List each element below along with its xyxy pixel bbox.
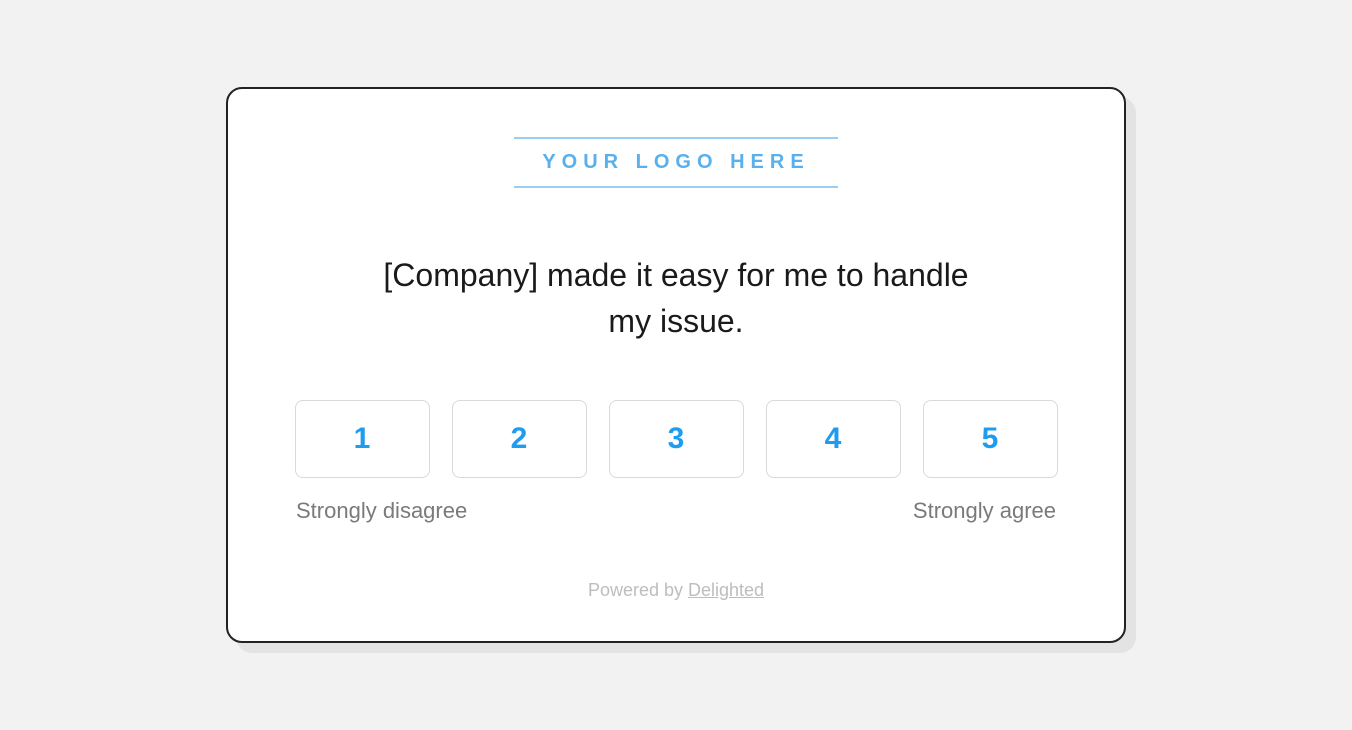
powered-by-prefix: Powered by	[588, 580, 688, 600]
rating-option-2[interactable]: 2	[452, 400, 587, 478]
rating-high-label: Strongly agree	[913, 498, 1056, 524]
powered-by-brand-link[interactable]: Delighted	[688, 580, 764, 600]
rating-labels: Strongly disagree Strongly agree	[296, 498, 1056, 524]
survey-card: YOUR LOGO HERE [Company] made it easy fo…	[226, 87, 1126, 644]
powered-by-footer: Powered by Delighted	[588, 580, 764, 601]
rating-row: 1 2 3 4 5	[288, 400, 1064, 478]
logo-placeholder: YOUR LOGO HERE	[514, 137, 837, 188]
rating-option-4[interactable]: 4	[766, 400, 901, 478]
rating-option-1[interactable]: 1	[295, 400, 430, 478]
rating-option-3[interactable]: 3	[609, 400, 744, 478]
survey-question: [Company] made it easy for me to handle …	[366, 252, 986, 345]
rating-option-5[interactable]: 5	[923, 400, 1058, 478]
rating-low-label: Strongly disagree	[296, 498, 467, 524]
